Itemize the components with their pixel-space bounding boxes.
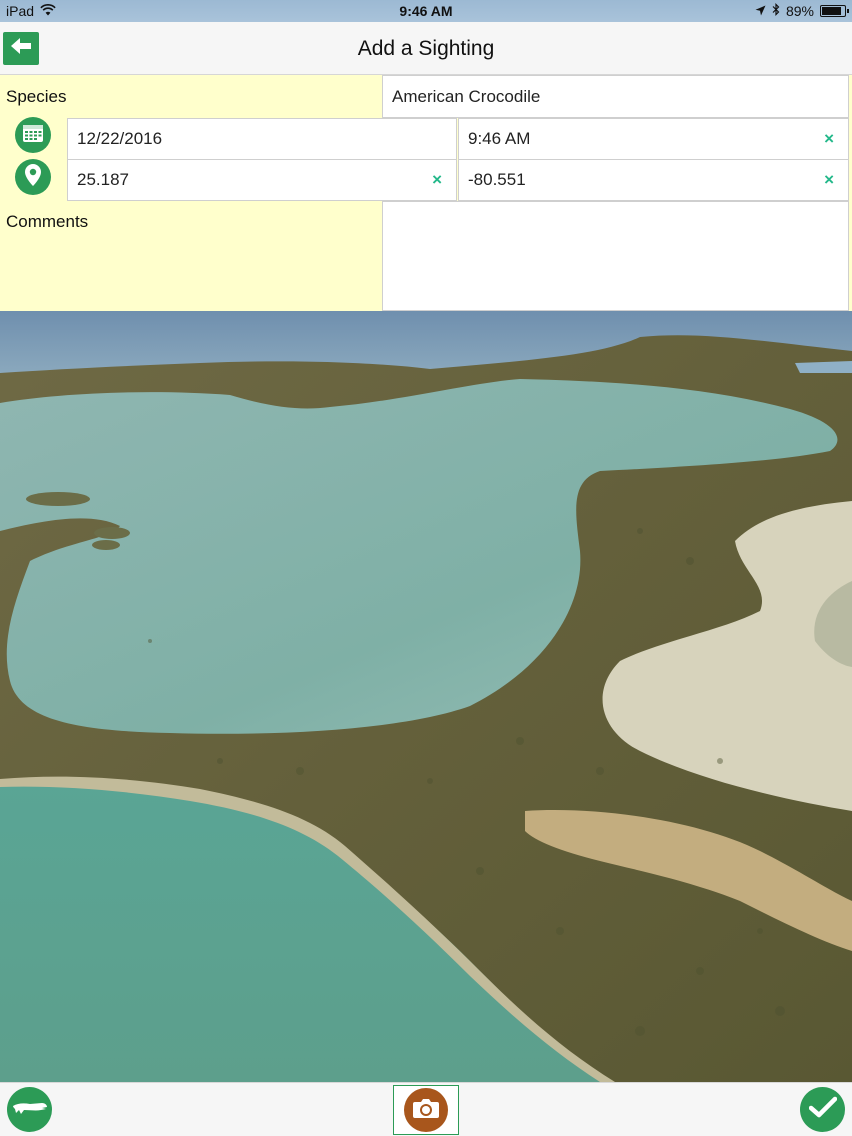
battery-fill: [822, 7, 841, 15]
page-title: Add a Sighting: [357, 37, 495, 60]
longitude-field[interactable]: -80.551 ×: [458, 159, 849, 201]
battery-icon: [820, 5, 849, 17]
map-pin-icon: [24, 163, 42, 192]
comments-label: Comments: [6, 212, 89, 231]
checkmark-icon: [808, 1096, 837, 1123]
clear-time-icon[interactable]: ×: [824, 129, 834, 149]
calendar-button[interactable]: [15, 117, 51, 153]
clear-longitude-icon[interactable]: ×: [824, 170, 834, 190]
latitude-value: 25.187: [77, 170, 129, 189]
camera-button[interactable]: [393, 1085, 459, 1135]
crocodile-icon: [12, 1097, 48, 1122]
aerial-photo-image: [0, 311, 852, 1082]
photo-drawing: [0, 311, 852, 1082]
species-button[interactable]: [7, 1087, 52, 1132]
save-sighting-button[interactable]: [800, 1087, 845, 1132]
status-time: 9:46 AM: [399, 3, 453, 19]
navigation-bar: Add a Sighting: [0, 22, 852, 75]
sighting-form: Species American Crocodile 12/22/2016 9:…: [0, 75, 852, 311]
time-field[interactable]: 9:46 AM ×: [458, 118, 849, 160]
longitude-value: -80.551: [468, 170, 526, 189]
calendar-icon: [22, 123, 44, 148]
bluetooth-icon: [772, 3, 780, 19]
comments-field[interactable]: [382, 201, 849, 311]
species-label: Species: [6, 87, 67, 106]
species-field[interactable]: American Crocodile: [382, 75, 849, 118]
battery-percent: 89%: [785, 3, 814, 19]
species-value: American Crocodile: [392, 86, 541, 106]
time-value: 9:46 AM: [468, 129, 531, 148]
clear-latitude-icon[interactable]: ×: [432, 170, 442, 190]
latitude-field[interactable]: 25.187 ×: [67, 159, 457, 201]
location-arrow-icon: [755, 3, 766, 19]
date-field[interactable]: 12/22/2016: [67, 118, 457, 160]
location-button[interactable]: [15, 159, 51, 195]
status-bar: iPad 9:46 AM 89%: [0, 0, 852, 22]
date-value: 12/22/2016: [77, 129, 163, 148]
bottom-toolbar: [0, 1082, 852, 1136]
camera-icon: [412, 1097, 440, 1124]
camera-circle: [404, 1088, 448, 1132]
